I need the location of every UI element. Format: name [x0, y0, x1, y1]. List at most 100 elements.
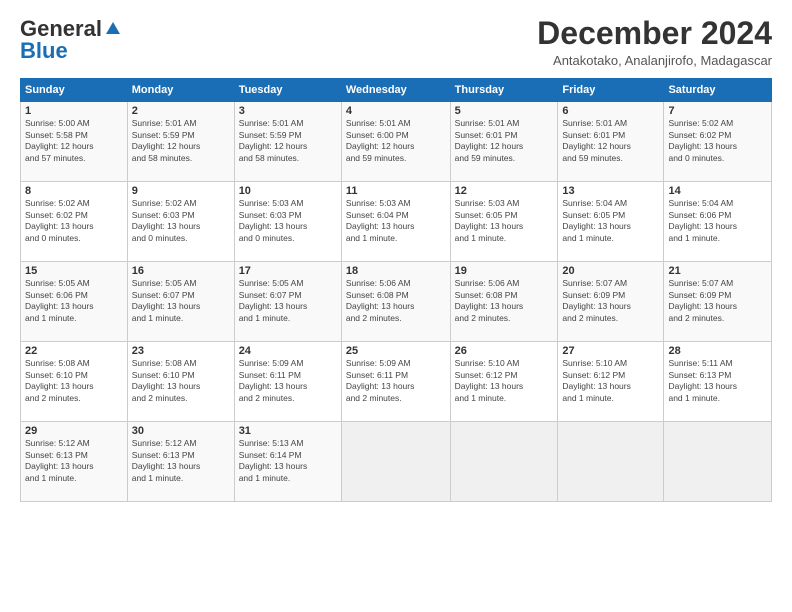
day-number: 28 [668, 345, 767, 357]
calendar-cell: 11Sunrise: 5:03 AMSunset: 6:04 PMDayligh… [341, 182, 450, 262]
calendar-cell: 23Sunrise: 5:08 AMSunset: 6:10 PMDayligh… [127, 342, 234, 422]
day-number: 21 [668, 265, 767, 277]
header-day-saturday: Saturday [664, 79, 772, 102]
calendar-cell: 1Sunrise: 5:00 AMSunset: 5:58 PMDaylight… [21, 102, 128, 182]
day-info: Sunrise: 5:03 AMSunset: 6:05 PMDaylight:… [455, 198, 554, 244]
day-number: 8 [25, 185, 123, 197]
calendar-cell: 10Sunrise: 5:03 AMSunset: 6:03 PMDayligh… [234, 182, 341, 262]
day-info: Sunrise: 5:00 AMSunset: 5:58 PMDaylight:… [25, 118, 123, 164]
day-number: 25 [346, 345, 446, 357]
day-number: 6 [562, 105, 659, 117]
day-number: 1 [25, 105, 123, 117]
day-info: Sunrise: 5:02 AMSunset: 6:03 PMDaylight:… [132, 198, 230, 244]
calendar-cell: 13Sunrise: 5:04 AMSunset: 6:05 PMDayligh… [558, 182, 664, 262]
day-info: Sunrise: 5:08 AMSunset: 6:10 PMDaylight:… [25, 358, 123, 404]
day-number: 15 [25, 265, 123, 277]
day-info: Sunrise: 5:01 AMSunset: 5:59 PMDaylight:… [132, 118, 230, 164]
day-info: Sunrise: 5:09 AMSunset: 6:11 PMDaylight:… [346, 358, 446, 404]
day-info: Sunrise: 5:07 AMSunset: 6:09 PMDaylight:… [562, 278, 659, 324]
week-row-4: 22Sunrise: 5:08 AMSunset: 6:10 PMDayligh… [21, 342, 772, 422]
calendar-cell: 16Sunrise: 5:05 AMSunset: 6:07 PMDayligh… [127, 262, 234, 342]
week-row-5: 29Sunrise: 5:12 AMSunset: 6:13 PMDayligh… [21, 422, 772, 502]
day-number: 27 [562, 345, 659, 357]
calendar-cell: 7Sunrise: 5:02 AMSunset: 6:02 PMDaylight… [664, 102, 772, 182]
day-number: 23 [132, 345, 230, 357]
location-subtitle: Antakotako, Analanjirofo, Madagascar [537, 53, 772, 68]
day-number: 9 [132, 185, 230, 197]
day-info: Sunrise: 5:07 AMSunset: 6:09 PMDaylight:… [668, 278, 767, 324]
day-number: 4 [346, 105, 446, 117]
header-day-thursday: Thursday [450, 79, 558, 102]
day-info: Sunrise: 5:12 AMSunset: 6:13 PMDaylight:… [25, 438, 123, 484]
calendar-cell: 30Sunrise: 5:12 AMSunset: 6:13 PMDayligh… [127, 422, 234, 502]
day-number: 24 [239, 345, 337, 357]
calendar-cell: 20Sunrise: 5:07 AMSunset: 6:09 PMDayligh… [558, 262, 664, 342]
day-info: Sunrise: 5:13 AMSunset: 6:14 PMDaylight:… [239, 438, 337, 484]
day-info: Sunrise: 5:01 AMSunset: 6:01 PMDaylight:… [562, 118, 659, 164]
day-number: 31 [239, 425, 337, 437]
day-info: Sunrise: 5:01 AMSunset: 6:00 PMDaylight:… [346, 118, 446, 164]
calendar-cell: 21Sunrise: 5:07 AMSunset: 6:09 PMDayligh… [664, 262, 772, 342]
calendar-body: 1Sunrise: 5:00 AMSunset: 5:58 PMDaylight… [21, 102, 772, 502]
day-number: 11 [346, 185, 446, 197]
day-number: 7 [668, 105, 767, 117]
page-header: General Blue December 2024 Antakotako, A… [20, 16, 772, 68]
calendar-cell: 24Sunrise: 5:09 AMSunset: 6:11 PMDayligh… [234, 342, 341, 422]
calendar-cell: 29Sunrise: 5:12 AMSunset: 6:13 PMDayligh… [21, 422, 128, 502]
title-block: December 2024 Antakotako, Analanjirofo, … [537, 16, 772, 68]
day-number: 20 [562, 265, 659, 277]
calendar-cell: 25Sunrise: 5:09 AMSunset: 6:11 PMDayligh… [341, 342, 450, 422]
header-day-monday: Monday [127, 79, 234, 102]
calendar-cell: 4Sunrise: 5:01 AMSunset: 6:00 PMDaylight… [341, 102, 450, 182]
calendar-cell: 3Sunrise: 5:01 AMSunset: 5:59 PMDaylight… [234, 102, 341, 182]
calendar-cell: 22Sunrise: 5:08 AMSunset: 6:10 PMDayligh… [21, 342, 128, 422]
day-info: Sunrise: 5:09 AMSunset: 6:11 PMDaylight:… [239, 358, 337, 404]
calendar-cell: 19Sunrise: 5:06 AMSunset: 6:08 PMDayligh… [450, 262, 558, 342]
day-info: Sunrise: 5:06 AMSunset: 6:08 PMDaylight:… [346, 278, 446, 324]
calendar-cell [341, 422, 450, 502]
day-info: Sunrise: 5:01 AMSunset: 5:59 PMDaylight:… [239, 118, 337, 164]
day-number: 19 [455, 265, 554, 277]
calendar-cell: 17Sunrise: 5:05 AMSunset: 6:07 PMDayligh… [234, 262, 341, 342]
day-info: Sunrise: 5:02 AMSunset: 6:02 PMDaylight:… [25, 198, 123, 244]
day-info: Sunrise: 5:04 AMSunset: 6:06 PMDaylight:… [668, 198, 767, 244]
calendar-cell: 5Sunrise: 5:01 AMSunset: 6:01 PMDaylight… [450, 102, 558, 182]
day-number: 30 [132, 425, 230, 437]
day-info: Sunrise: 5:04 AMSunset: 6:05 PMDaylight:… [562, 198, 659, 244]
calendar-cell [664, 422, 772, 502]
calendar-cell: 2Sunrise: 5:01 AMSunset: 5:59 PMDaylight… [127, 102, 234, 182]
day-number: 29 [25, 425, 123, 437]
header-day-wednesday: Wednesday [341, 79, 450, 102]
calendar-cell: 28Sunrise: 5:11 AMSunset: 6:13 PMDayligh… [664, 342, 772, 422]
calendar-cell [558, 422, 664, 502]
day-number: 22 [25, 345, 123, 357]
week-row-2: 8Sunrise: 5:02 AMSunset: 6:02 PMDaylight… [21, 182, 772, 262]
header-row: SundayMondayTuesdayWednesdayThursdayFrid… [21, 79, 772, 102]
day-info: Sunrise: 5:05 AMSunset: 6:07 PMDaylight:… [132, 278, 230, 324]
calendar-cell: 6Sunrise: 5:01 AMSunset: 6:01 PMDaylight… [558, 102, 664, 182]
day-number: 5 [455, 105, 554, 117]
calendar-header: SundayMondayTuesdayWednesdayThursdayFrid… [21, 79, 772, 102]
day-number: 16 [132, 265, 230, 277]
day-info: Sunrise: 5:11 AMSunset: 6:13 PMDaylight:… [668, 358, 767, 404]
calendar-cell: 8Sunrise: 5:02 AMSunset: 6:02 PMDaylight… [21, 182, 128, 262]
day-number: 3 [239, 105, 337, 117]
calendar-cell: 15Sunrise: 5:05 AMSunset: 6:06 PMDayligh… [21, 262, 128, 342]
calendar-table: SundayMondayTuesdayWednesdayThursdayFrid… [20, 78, 772, 502]
logo-blue: Blue [20, 38, 68, 64]
day-info: Sunrise: 5:08 AMSunset: 6:10 PMDaylight:… [132, 358, 230, 404]
day-info: Sunrise: 5:03 AMSunset: 6:04 PMDaylight:… [346, 198, 446, 244]
calendar-cell: 12Sunrise: 5:03 AMSunset: 6:05 PMDayligh… [450, 182, 558, 262]
day-info: Sunrise: 5:06 AMSunset: 6:08 PMDaylight:… [455, 278, 554, 324]
week-row-1: 1Sunrise: 5:00 AMSunset: 5:58 PMDaylight… [21, 102, 772, 182]
logo-icon [104, 20, 122, 38]
day-number: 10 [239, 185, 337, 197]
month-title: December 2024 [537, 16, 772, 51]
calendar-cell: 27Sunrise: 5:10 AMSunset: 6:12 PMDayligh… [558, 342, 664, 422]
calendar-cell: 18Sunrise: 5:06 AMSunset: 6:08 PMDayligh… [341, 262, 450, 342]
header-day-friday: Friday [558, 79, 664, 102]
day-number: 2 [132, 105, 230, 117]
logo: General Blue [20, 16, 122, 64]
day-info: Sunrise: 5:05 AMSunset: 6:06 PMDaylight:… [25, 278, 123, 324]
calendar-cell: 26Sunrise: 5:10 AMSunset: 6:12 PMDayligh… [450, 342, 558, 422]
